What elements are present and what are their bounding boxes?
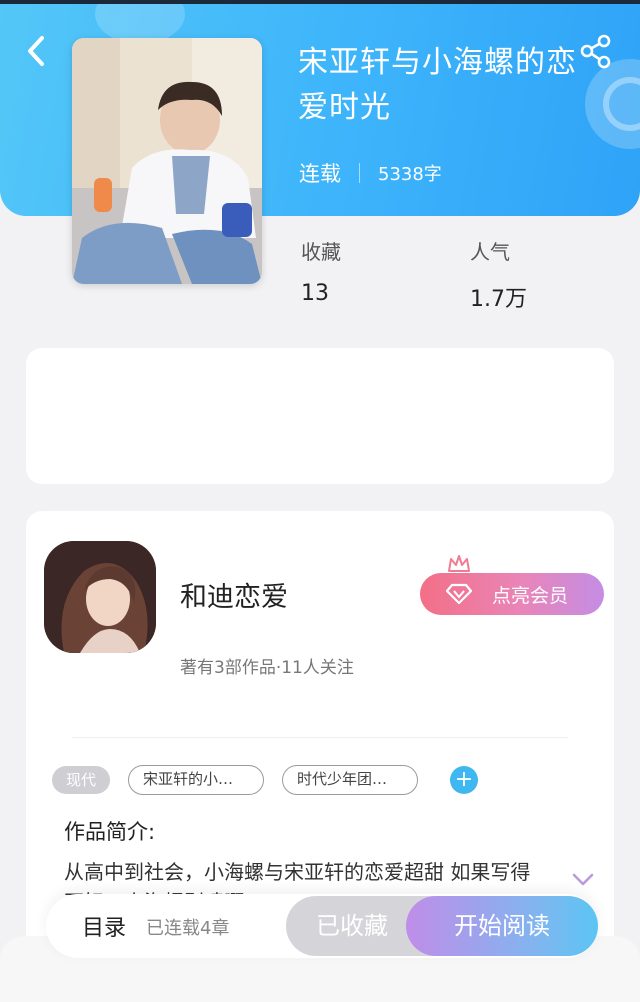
vip-button[interactable]: 点亮会员 — [420, 573, 604, 615]
popularity-label: 人气 — [470, 240, 510, 264]
diamond-icon — [446, 583, 472, 605]
chevron-down-icon[interactable] — [572, 873, 594, 887]
vip-button-label: 点亮会员 — [492, 584, 569, 607]
share-icon[interactable] — [578, 34, 616, 70]
chapter-count: 已连载4章 — [146, 918, 230, 939]
back-arrow-icon[interactable] — [22, 34, 52, 68]
serial-status: 连载 — [299, 162, 341, 186]
bottom-action-bar: 目录 已连载4章 已收藏 开始阅读 — [46, 894, 598, 958]
book-title: 宋亚轩与小海螺的恋爱时光 — [298, 45, 577, 125]
popularity-value: 1.7万 — [470, 287, 527, 312]
divider — [359, 163, 360, 183]
intro-title: 作品简介: — [64, 820, 156, 844]
category-tag[interactable]: 现代 — [52, 766, 111, 794]
tag-item[interactable]: 时代少年团… — [282, 765, 419, 795]
book-cover-image[interactable] — [72, 38, 262, 284]
divider — [72, 737, 568, 738]
favorites-value: 13 — [301, 281, 329, 306]
avatar[interactable] — [44, 541, 156, 653]
decor-bubble — [585, 59, 640, 149]
author-name[interactable]: 和迪恋爱 — [180, 575, 288, 614]
toc-button[interactable]: 目录 — [82, 910, 126, 942]
word-count: 5338字 — [378, 164, 442, 185]
author-meta: 著有3部作品·11人关注 — [180, 658, 354, 678]
tag-item[interactable]: 宋亚轩的小… — [128, 765, 265, 795]
intro-text: 从高中到社会，小海螺与宋亚轩的恋爱超甜 如果写得不好，小海螺别喷啊 — [64, 860, 531, 897]
start-reading-button[interactable]: 开始阅读 — [406, 896, 598, 956]
book-status-row: 连载 5338字 — [299, 158, 442, 188]
blank-card — [26, 348, 614, 484]
plus-icon[interactable]: + — [450, 766, 479, 794]
crown-icon — [448, 555, 470, 572]
collected-button-label: 已收藏 — [316, 912, 388, 940]
popularity-stat: 人气 1.7万 — [470, 236, 527, 313]
favorites-stat: 收藏 13 — [301, 236, 341, 306]
tag-list: 现代 宋亚轩的小… 时代少年团… + — [52, 765, 479, 795]
favorites-label: 收藏 — [301, 240, 341, 264]
